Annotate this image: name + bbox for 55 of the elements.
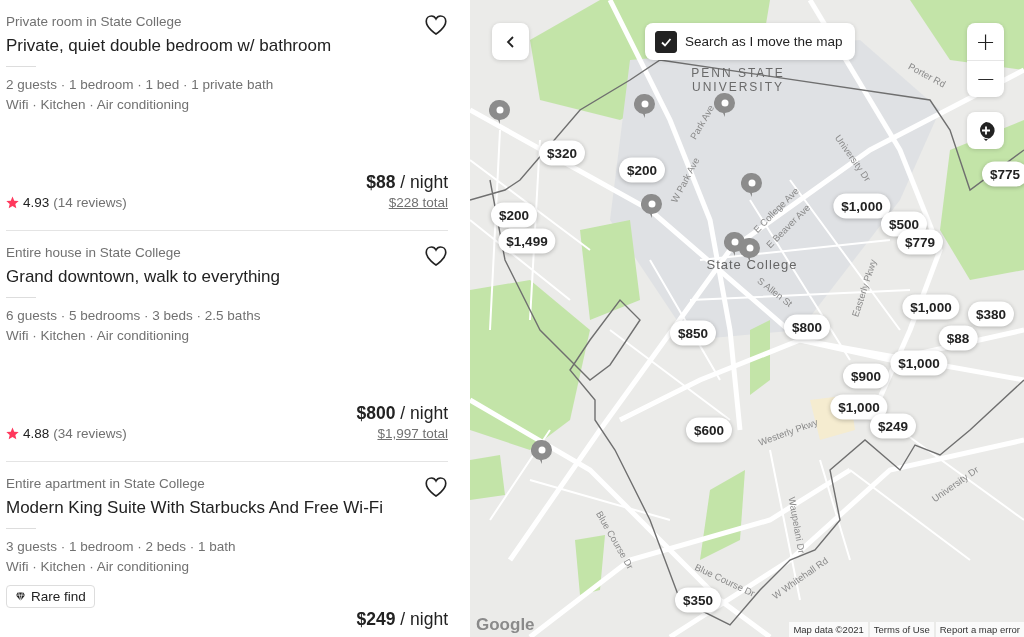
- diamond-icon: [15, 591, 26, 602]
- review-count[interactable]: (34 reviews): [53, 426, 127, 441]
- search-toggle[interactable]: Search as I move the map: [645, 23, 855, 60]
- review-count[interactable]: (14 reviews): [53, 195, 127, 210]
- listing-title[interactable]: Private, quiet double bedroom w/ bathroom: [6, 35, 332, 57]
- nightly-price: $88 / night: [366, 171, 448, 193]
- map-marker-icon[interactable]: [714, 92, 736, 118]
- badge-label: Rare find: [31, 589, 86, 604]
- total-price-link[interactable]: $1,997 total: [377, 426, 448, 441]
- listing-title[interactable]: Modern King Suite With Starbucks And Free Wi-Fi: [6, 497, 383, 519]
- map-marker-icon[interactable]: [531, 439, 553, 465]
- star-icon: [6, 427, 19, 440]
- heart-icon[interactable]: [424, 244, 448, 268]
- street-label: W Park Ave: [668, 155, 702, 205]
- checkbox[interactable]: [655, 30, 677, 53]
- listing-details: 2 guests · 1 bedroom · 1 bed · 1 private bath: [6, 76, 275, 94]
- star-icon: [6, 196, 19, 209]
- listing-details: 3 guests · 1 bedroom · 2 beds · 1 bath: [6, 538, 237, 556]
- map-marker-icon[interactable]: [641, 193, 663, 219]
- add-place-button[interactable]: [967, 112, 1004, 149]
- park-area: [575, 535, 605, 595]
- nightly-price: $249 / night: [356, 610, 448, 629]
- nightly-price: $800 / night: [356, 402, 448, 424]
- map-marker-icon[interactable]: [741, 172, 763, 198]
- listing-amenities: Wifi · Kitchen · Air conditioning: [6, 327, 191, 345]
- total-price-link[interactable]: $228 total: [388, 195, 448, 210]
- map-attribution: Map data ©2021: [789, 622, 868, 637]
- rating-value: 4.88: [23, 426, 50, 441]
- listing-details: 6 guests · 5 bedrooms · 3 beds · 2.5 baths: [6, 307, 262, 325]
- rating-value: 4.93: [23, 195, 50, 210]
- listing-amenities: Wifi · Kitchen · Air conditioning: [6, 558, 191, 576]
- listing-type: Entire house in State College: [6, 244, 182, 261]
- heart-icon[interactable]: [424, 13, 448, 37]
- search-toggle-label: Search as I move the map: [685, 34, 843, 49]
- back-button[interactable]: [492, 23, 529, 60]
- heart-icon[interactable]: [424, 475, 448, 499]
- footer-link[interactable]: Report a map error: [935, 622, 1024, 637]
- place-label: State College: [706, 256, 798, 272]
- listing-amenities: Wifi · Kitchen · Air conditioning: [6, 96, 191, 114]
- map-marker-icon[interactable]: [634, 93, 656, 119]
- price-pin[interactable]: $1,000: [902, 294, 960, 320]
- listing-type: Entire apartment in State College: [6, 475, 206, 492]
- listing-type: Private room in State College: [6, 13, 183, 30]
- map-provider-logo: Google: [476, 615, 535, 635]
- footer-link[interactable]: Terms of Use: [869, 622, 934, 637]
- price-pin[interactable]: $1,000: [833, 193, 891, 219]
- street-label: S Allen St: [755, 275, 795, 309]
- zoom-out-button[interactable]: −: [967, 60, 1004, 97]
- street-label: Westerly Pkwy: [756, 416, 820, 448]
- price-pin[interactable]: $1,499: [498, 228, 556, 254]
- zoom-in-button[interactable]: +: [967, 23, 1004, 60]
- map-marker-icon[interactable]: [489, 99, 511, 125]
- price-pin[interactable]: $1,000: [890, 350, 948, 376]
- street-label: Waupelani Dr: [786, 495, 808, 555]
- listing-title[interactable]: Grand downtown, walk to everything: [6, 266, 281, 288]
